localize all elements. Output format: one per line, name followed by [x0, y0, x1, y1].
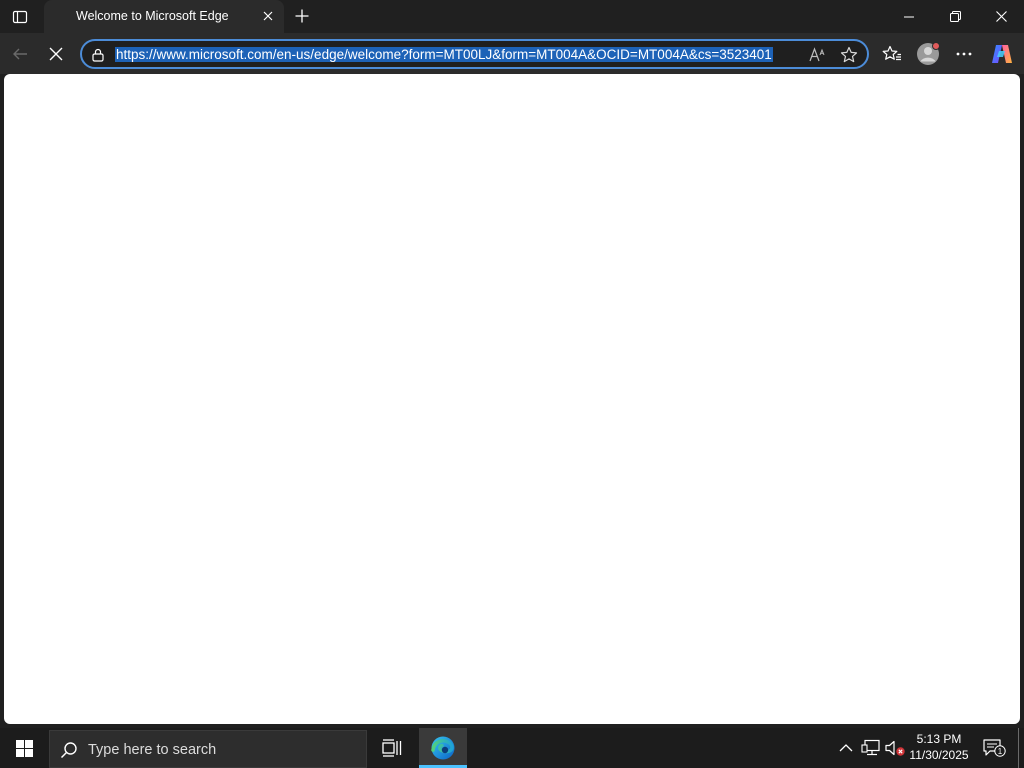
read-aloud-icon — [809, 47, 825, 62]
restore-icon — [949, 11, 961, 22]
back-arrow-icon — [13, 48, 27, 60]
close-tab-button[interactable] — [258, 6, 278, 26]
favorite-button[interactable] — [837, 44, 861, 66]
stop-loading-button[interactable] — [40, 38, 72, 70]
notification-center-button[interactable]: 1 — [980, 736, 1008, 760]
close-icon — [995, 11, 1007, 22]
profile-button[interactable] — [912, 38, 944, 70]
restore-button[interactable] — [932, 0, 978, 33]
new-tab-button[interactable] — [288, 3, 316, 29]
site-info-button[interactable] — [88, 45, 108, 65]
page-content[interactable] — [4, 74, 1020, 724]
windows-logo-icon — [15, 739, 33, 757]
show-hidden-icons-button[interactable] — [834, 736, 858, 760]
close-window-button[interactable] — [978, 0, 1024, 33]
edge-logo-icon — [431, 736, 455, 760]
copilot-button[interactable] — [986, 38, 1018, 70]
favorites-icon — [882, 45, 901, 61]
tab-title: Welcome to Microsoft Edge — [76, 9, 229, 23]
profile-icon — [917, 42, 940, 65]
favorites-button[interactable] — [876, 38, 908, 70]
browser-toolbar: https://www.microsoft.com/en-us/edge/wel… — [0, 33, 1024, 74]
taskbar-search-box[interactable]: Type here to search — [49, 730, 367, 768]
read-aloud-button[interactable] — [806, 44, 830, 66]
clock-time: 5:13 PM — [916, 732, 962, 746]
plus-icon — [295, 9, 309, 23]
active-tab[interactable]: Welcome to Microsoft Edge — [44, 0, 284, 33]
tab-actions-icon — [12, 10, 28, 23]
network-button[interactable] — [859, 736, 883, 760]
copilot-icon — [992, 45, 1012, 63]
notification-icon: 1 — [983, 739, 1006, 757]
search-icon — [58, 739, 80, 761]
show-desktop-button[interactable] — [1018, 728, 1019, 768]
address-bar[interactable]: https://www.microsoft.com/en-us/edge/wel… — [80, 39, 869, 69]
volume-muted-icon — [885, 740, 905, 756]
site-info-icon — [92, 48, 104, 62]
clock-date: 11/30/2025 — [909, 748, 969, 762]
title-bar: Welcome to Microsoft Edge — [0, 0, 1024, 33]
url-field[interactable]: https://www.microsoft.com/en-us/edge/wel… — [115, 45, 802, 65]
tab-actions-button[interactable] — [0, 0, 40, 33]
start-button[interactable] — [0, 728, 48, 768]
taskbar-edge-app[interactable] — [419, 728, 467, 768]
url-text: https://www.microsoft.com/en-us/edge/wel… — [115, 47, 773, 62]
notification-count: 1 — [998, 747, 1003, 756]
settings-and-more-button[interactable] — [948, 38, 980, 70]
search-placeholder: Type here to search — [88, 742, 217, 758]
task-view-button[interactable] — [368, 728, 416, 768]
system-clock[interactable]: 5:13 PM 11/30/2025 — [904, 731, 974, 763]
chevron-up-icon — [839, 744, 853, 752]
back-button[interactable] — [4, 38, 36, 70]
minimize-button[interactable] — [886, 0, 932, 33]
star-icon — [840, 46, 858, 63]
stop-loading-icon — [49, 47, 63, 61]
taskbar: Type here to search 5:13 PM 11/30/2025 1 — [0, 728, 1024, 768]
minimize-icon — [904, 16, 914, 17]
network-icon — [861, 739, 880, 756]
close-icon — [263, 11, 273, 21]
more-icon — [956, 52, 972, 56]
task-view-icon — [382, 739, 402, 757]
